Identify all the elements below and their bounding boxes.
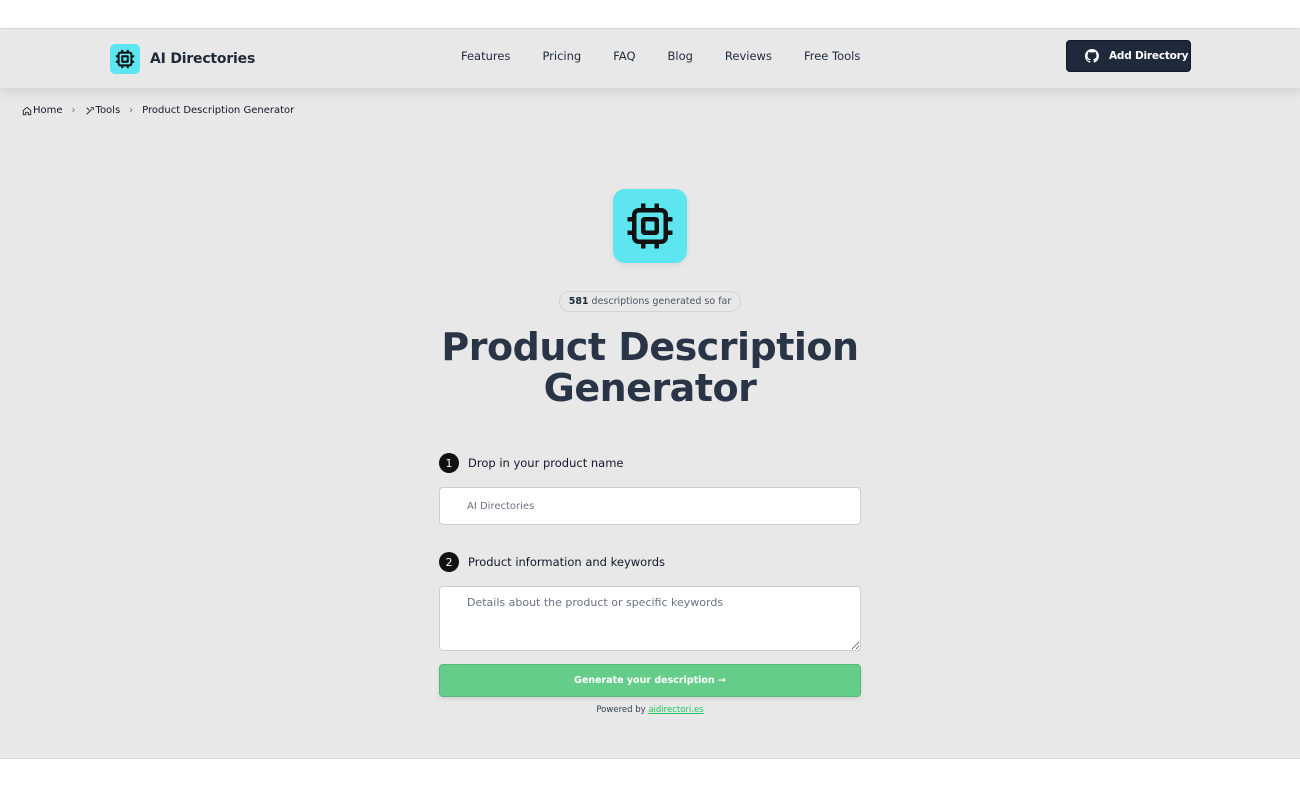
- product-details-textarea[interactable]: [439, 586, 861, 651]
- chip-icon: [613, 189, 687, 263]
- step-1: 1 Drop in your product name: [439, 453, 623, 473]
- add-directory-label: Add Directory: [1109, 50, 1189, 62]
- breadcrumb: Home › Tools › Product Description Gener…: [22, 105, 294, 116]
- step-1-label: Drop in your product name: [468, 456, 624, 470]
- generate-description-button[interactable]: Generate your description →: [439, 664, 861, 697]
- site-header: AI Directories Features Pricing FAQ Blog…: [0, 29, 1300, 88]
- product-name-input[interactable]: [439, 487, 861, 525]
- github-icon: [1085, 49, 1099, 63]
- page: AI Directories Features Pricing FAQ Blog…: [0, 0, 1300, 788]
- add-directory-button[interactable]: Add Directory: [1066, 40, 1191, 72]
- home-icon: [22, 106, 32, 116]
- powered-by: Powered by aidirectori.es: [439, 705, 861, 715]
- nav-features[interactable]: Features: [461, 49, 510, 63]
- nav-pricing[interactable]: Pricing: [542, 49, 581, 63]
- breadcrumb-separator: ›: [129, 105, 134, 116]
- step-2-label: Product information and keywords: [468, 555, 666, 569]
- nav-faq[interactable]: FAQ: [613, 49, 635, 63]
- generated-count-badge: 581 descriptions generated so far: [559, 291, 741, 312]
- main-nav: Features Pricing FAQ Blog Reviews Free T…: [461, 49, 892, 63]
- step-1-number: 1: [439, 453, 459, 473]
- breadcrumb-home[interactable]: Home: [22, 105, 63, 116]
- powered-by-prefix: Powered by: [596, 705, 646, 715]
- page-title-line1: Product Description: [441, 325, 859, 369]
- nav-reviews[interactable]: Reviews: [725, 49, 772, 63]
- app-viewport: AI Directories Features Pricing FAQ Blog…: [0, 28, 1300, 759]
- logo-text: AI Directories: [150, 51, 256, 67]
- tools-icon: [85, 106, 95, 116]
- step-2-number: 2: [439, 552, 459, 572]
- nav-blog[interactable]: Blog: [668, 49, 693, 63]
- breadcrumb-separator: ›: [71, 105, 76, 116]
- page-title: Product Description Generator: [360, 327, 940, 409]
- generated-count-suffix: descriptions generated so far: [591, 296, 732, 307]
- step-2: 2 Product information and keywords: [439, 552, 665, 572]
- powered-by-link[interactable]: aidirectori.es: [648, 705, 703, 715]
- page-title-line2: Generator: [543, 366, 757, 410]
- breadcrumb-home-label: Home: [33, 105, 63, 116]
- breadcrumb-current: Product Description Generator: [142, 105, 295, 116]
- breadcrumb-tools-label: Tools: [95, 105, 121, 116]
- breadcrumb-tools[interactable]: Tools: [85, 105, 121, 116]
- chip-icon: [110, 44, 140, 74]
- logo-link[interactable]: AI Directories: [110, 44, 255, 74]
- nav-free-tools[interactable]: Free Tools: [804, 49, 860, 63]
- generated-count: 581: [568, 296, 589, 307]
